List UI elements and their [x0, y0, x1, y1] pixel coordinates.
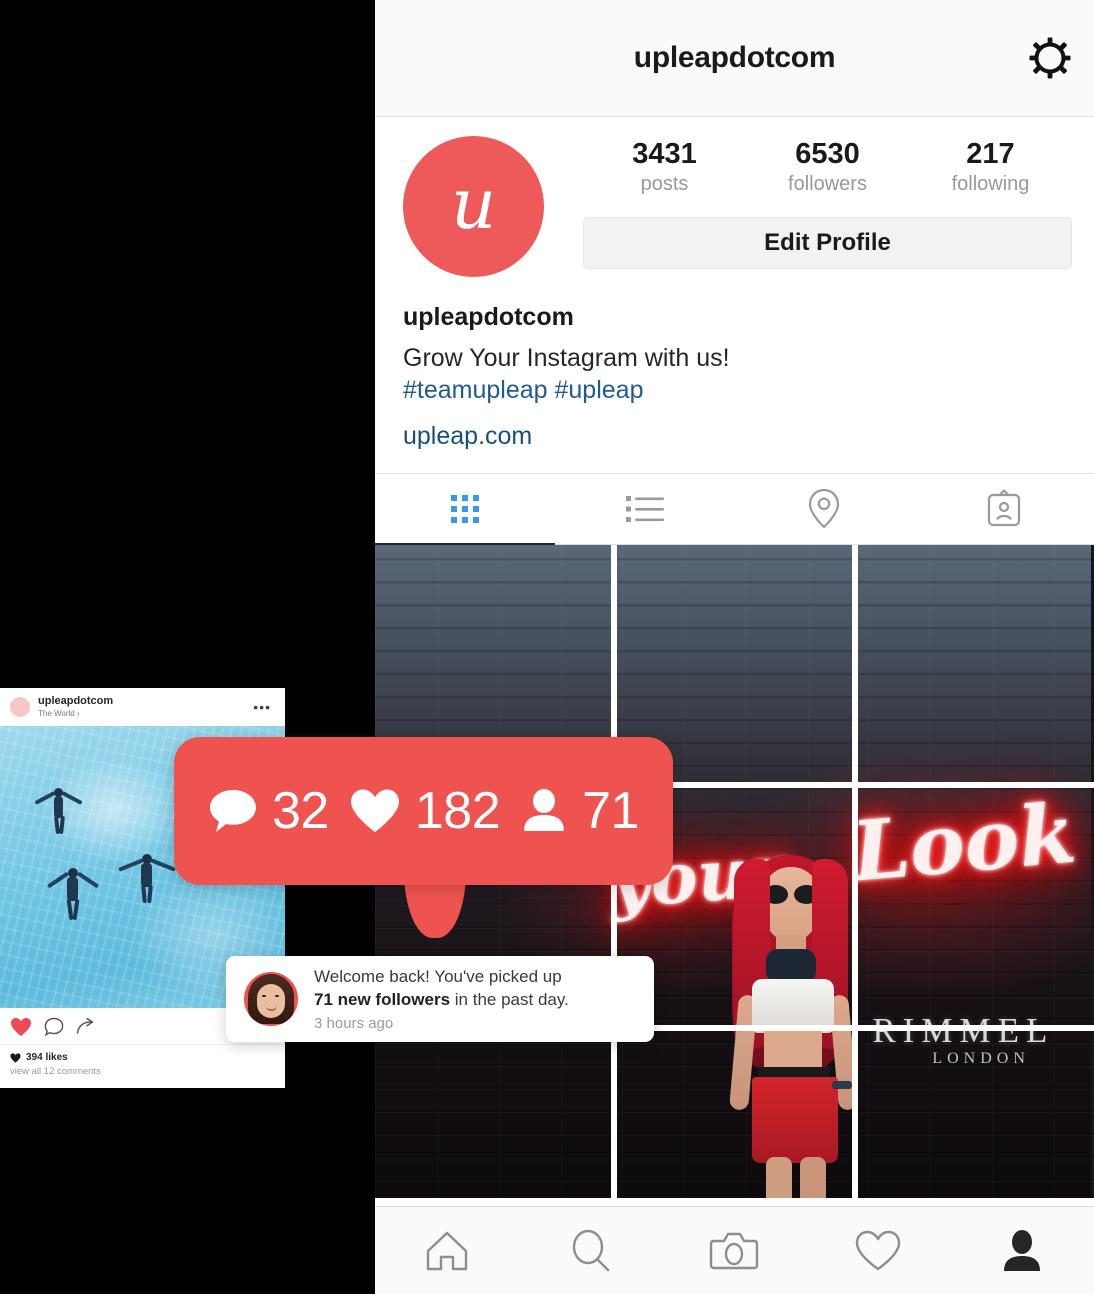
- comment-bubble-icon: [210, 790, 257, 832]
- stat-following-value: 217: [966, 138, 1015, 170]
- stat-posts-label: posts: [640, 173, 689, 196]
- post-header-text: upleapdotcom The World ›: [38, 695, 253, 719]
- grid-tab[interactable]: [375, 474, 555, 545]
- likes-count: 394 likes: [26, 1052, 68, 1063]
- profile-tabs: [375, 472, 1094, 545]
- profile-summary: u 3431 posts 6530 followers 217 followin…: [375, 117, 1094, 277]
- places-tab[interactable]: [735, 474, 915, 544]
- likes-row: 394 likes: [10, 1052, 275, 1063]
- profile-name: upleapdotcom: [403, 303, 574, 331]
- screenshot-root: upleapdotcom u 3431 posts 6530 followers…: [0, 0, 1094, 1294]
- bottom-navigation: [375, 1206, 1094, 1294]
- share-arrow-icon[interactable]: [76, 1017, 97, 1037]
- toast-line-1: Welcome back! You've picked up: [314, 967, 562, 987]
- toast-followers-count: 71 new followers: [314, 989, 451, 1009]
- gear-icon[interactable]: [1026, 34, 1074, 82]
- grid-tile-9[interactable]: yourLookRIMMELLONDON: [858, 1030, 1094, 1198]
- likes-count: 182: [414, 782, 501, 840]
- bubble-likes: 182: [349, 782, 501, 840]
- post-meta: 394 likes view all 12 comments: [0, 1045, 285, 1088]
- search-icon: [572, 1229, 609, 1271]
- toast-line-2: 71 new followers in the past day.: [314, 989, 569, 1011]
- bio-text: Grow Your Instagram with us!: [403, 343, 730, 372]
- grid-tile-7[interactable]: yourLookRIMMELLONDON: [375, 1030, 611, 1198]
- list-tab[interactable]: [555, 474, 735, 544]
- post-location[interactable]: The World ›: [38, 709, 253, 719]
- profile-nav[interactable]: [950, 1207, 1094, 1294]
- tagged-id-card-icon: [988, 488, 1021, 526]
- post-header: upleapdotcom The World › •••: [0, 688, 285, 726]
- stat-posts[interactable]: 3431 posts: [583, 138, 746, 197]
- stat-followers[interactable]: 6530 followers: [746, 138, 909, 197]
- profile-details: 3431 posts 6530 followers 217 following …: [583, 136, 1072, 270]
- stat-following[interactable]: 217 following: [909, 138, 1072, 197]
- heart-small-icon: [10, 1052, 21, 1063]
- location-pin-icon: [809, 488, 840, 529]
- edit-profile-button[interactable]: Edit Profile: [583, 217, 1072, 270]
- person-icon: [1004, 1229, 1041, 1271]
- home-nav[interactable]: [375, 1207, 519, 1294]
- swimmer-2: [44, 868, 108, 924]
- toast-avatar: [244, 972, 298, 1026]
- view-comments-link[interactable]: view all 12 comments: [10, 1066, 275, 1077]
- stat-posts-value: 3431: [632, 138, 697, 170]
- avatar-letter: u: [450, 162, 497, 245]
- grid-icon: [450, 494, 479, 523]
- bio-block: upleapdotcom Grow Your Instagram with us…: [375, 277, 1094, 451]
- post-more-button[interactable]: •••: [253, 699, 275, 714]
- follower-toast[interactable]: Welcome back! You've picked up 71 new fo…: [226, 956, 654, 1042]
- activity-nav[interactable]: [806, 1207, 950, 1294]
- heart-icon: [856, 1230, 901, 1270]
- tagged-tab[interactable]: [914, 474, 1094, 544]
- toast-text: Welcome back! You've picked up 71 new fo…: [314, 966, 569, 1031]
- app-header: upleapdotcom: [375, 0, 1094, 117]
- swimmer-3: [116, 854, 182, 906]
- stat-followers-value: 6530: [795, 138, 860, 170]
- avatar[interactable]: u: [403, 136, 544, 277]
- bubble-comments: 32: [208, 785, 329, 837]
- followers-count: 71: [582, 782, 639, 840]
- search-nav[interactable]: [519, 1207, 663, 1294]
- grid-tile-8[interactable]: yourLookRIMMELLONDON: [616, 1030, 853, 1198]
- camera-nav[interactable]: [663, 1207, 807, 1294]
- camera-icon: [710, 1232, 759, 1269]
- comment-icon[interactable]: [44, 1017, 64, 1037]
- toast-suffix: in the past day.: [454, 989, 569, 1009]
- post-username[interactable]: upleapdotcom: [38, 695, 253, 709]
- stat-following-label: following: [951, 173, 1030, 196]
- bubble-followers: 71: [520, 785, 639, 837]
- bio-hashtags[interactable]: #teamupleap #upleap: [403, 374, 1066, 406]
- home-icon: [426, 1231, 468, 1270]
- website-link[interactable]: upleap.com: [403, 422, 1066, 451]
- comments-count: 32: [272, 782, 329, 840]
- list-icon: [625, 495, 664, 522]
- post-avatar[interactable]: [10, 697, 30, 717]
- grid-tile-6[interactable]: yourLookRIMMELLONDON: [858, 787, 1094, 1025]
- grid-tile-3[interactable]: yourLookRIMMELLONDON: [858, 544, 1094, 782]
- heart-icon: [350, 789, 399, 832]
- backdrop-panel: [0, 0, 376, 1294]
- toast-timestamp: 3 hours ago: [314, 1014, 394, 1032]
- person-icon: [524, 789, 565, 831]
- stat-followers-label: followers: [788, 173, 867, 196]
- page-title: upleapdotcom: [633, 41, 836, 74]
- instagram-profile-screen: upleapdotcom u 3431 posts 6530 followers…: [375, 0, 1094, 1294]
- engagement-bubble: 32 182 71: [174, 737, 673, 885]
- heart-filled-icon[interactable]: [10, 1017, 32, 1037]
- swimmer-1: [30, 788, 90, 836]
- stats-row: 3431 posts 6530 followers 217 following: [583, 138, 1072, 197]
